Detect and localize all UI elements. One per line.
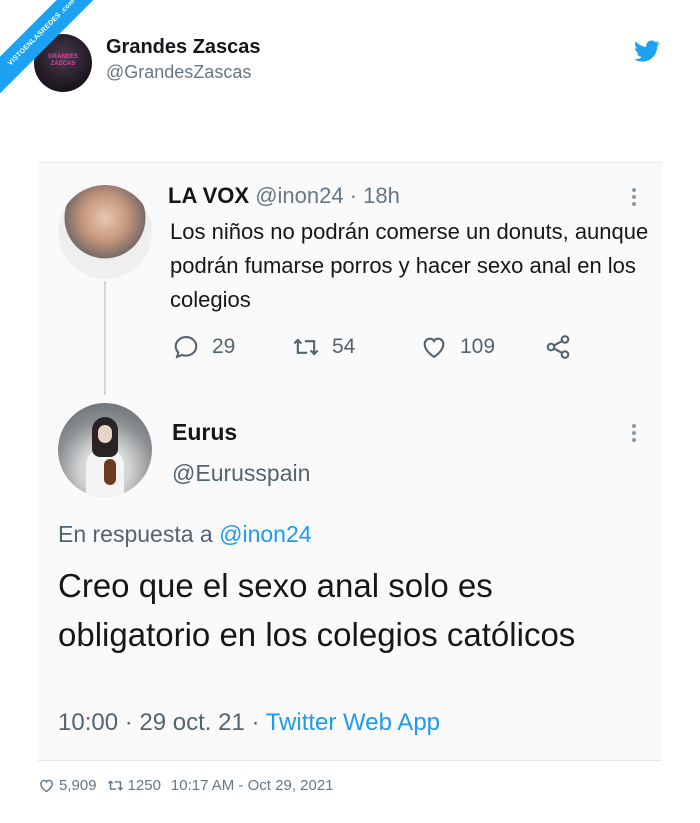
outer-tweet-header: GRANDES ZASCAS Grandes Zascas @GrandesZa…: [34, 34, 660, 104]
reply-icon: [174, 336, 198, 359]
like-count: 109: [460, 335, 496, 358]
retweet-icon: [293, 338, 319, 356]
tweet2-app-link[interactable]: Twitter Web App: [266, 709, 440, 736]
twitter-bird-icon[interactable]: [634, 38, 660, 64]
more-dots-icon[interactable]: [632, 421, 638, 445]
like-button[interactable]: 109: [420, 333, 495, 361]
author-handle[interactable]: @GrandesZascas: [106, 62, 251, 83]
retweet-button[interactable]: 54: [292, 333, 355, 361]
tweet1-handle-time[interactable]: @inon24 · 18h: [249, 183, 400, 208]
avatar-eurus[interactable]: [58, 403, 152, 497]
divider: [38, 760, 662, 761]
tweet2-meta: 10:00 · 29 oct. 21 · Twitter Web App: [58, 709, 440, 737]
reply-count: 29: [212, 335, 236, 358]
reply-context: En respuesta a @inon24: [58, 521, 312, 548]
share-button[interactable]: [544, 333, 584, 361]
tweet2-time-date[interactable]: 10:00 · 29 oct. 21 ·: [58, 709, 266, 736]
heart-icon[interactable]: [38, 777, 55, 794]
tweet2-author-name[interactable]: Eurus: [172, 419, 237, 446]
tweet1-author-name[interactable]: LA VOX: [168, 183, 249, 208]
author-name[interactable]: Grandes Zascas: [106, 36, 261, 59]
tweet1-header: LA VOX @inon24 · 18h: [168, 183, 400, 209]
tweet2-author-handle[interactable]: @Eurusspain: [172, 460, 310, 487]
avatar-logo-text: GRANDES ZASCAS: [48, 54, 79, 67]
retweet-count: 54: [332, 335, 356, 358]
share-icon: [546, 335, 570, 359]
heart-icon: [423, 337, 445, 359]
tweet2-text: Creo que el sexo anal solo es obligatori…: [58, 567, 576, 653]
retweet-icon[interactable]: [107, 777, 124, 794]
reply-button[interactable]: 29: [172, 333, 235, 361]
outer-tweet-footer: 5,909 1250 10:17 AM - Oct 29, 2021: [38, 777, 334, 794]
outer-timestamp[interactable]: 10:17 AM - Oct 29, 2021: [171, 777, 334, 794]
like-count: 5,909: [59, 777, 97, 794]
quoted-thread-card: LA VOX @inon24 · 18h Los niños no podrán…: [38, 162, 662, 761]
more-dots-icon[interactable]: [632, 185, 638, 209]
reply-prefix: En respuesta a: [58, 521, 220, 547]
reply-handle-link[interactable]: @inon24: [219, 521, 311, 547]
avatar-la-vox[interactable]: [58, 185, 152, 279]
thread-connector-line: [104, 281, 106, 395]
tweet1-text: Los niños no podrán comerse un donuts, a…: [170, 219, 649, 312]
retweet-count: 1250: [127, 777, 161, 794]
